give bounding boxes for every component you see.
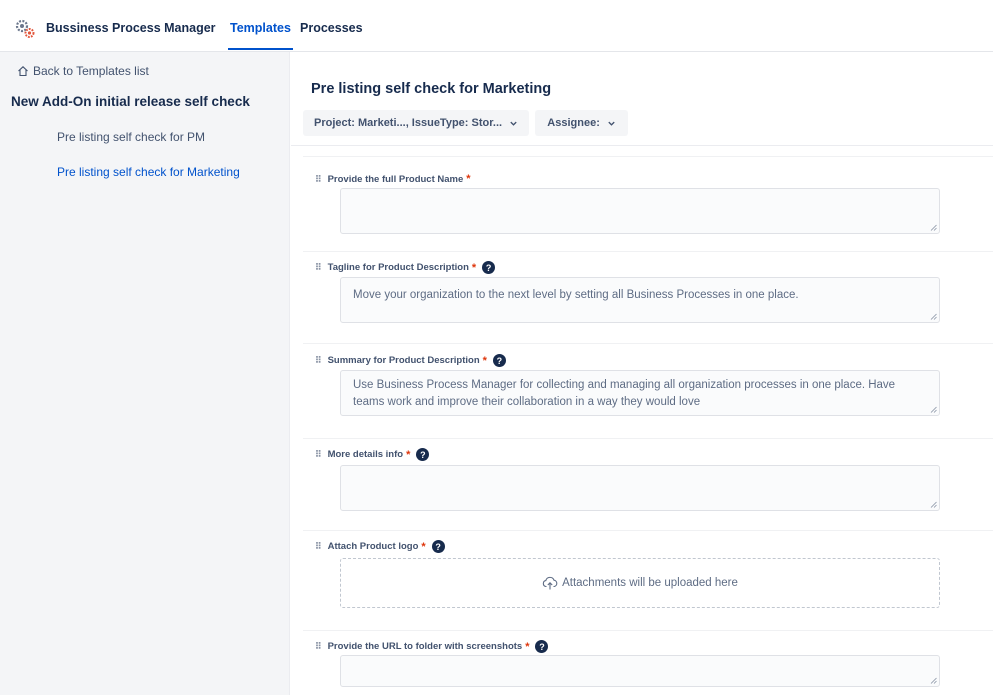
sidebar-item-pm[interactable]: Pre listing self check for PM <box>57 130 205 144</box>
template-title: New Add-On initial release self check <box>11 94 250 109</box>
field-label: ⠿ Attach Product logo * ? <box>315 540 445 553</box>
chevron-down-icon <box>608 121 615 126</box>
drag-handle-icon[interactable]: ⠿ <box>315 449 322 460</box>
product-name-input[interactable] <box>340 188 940 234</box>
sidebar-item-marketing[interactable]: Pre listing self check for Marketing <box>57 165 240 179</box>
resize-handle-icon[interactable] <box>930 224 937 231</box>
summary-input[interactable]: Use Business Process Manager for collect… <box>340 370 940 416</box>
field-label: ⠿ More details info * ? <box>315 448 430 461</box>
required-marker: * <box>421 540 426 553</box>
required-marker: * <box>471 261 477 274</box>
field-label: ⠿ Tagline for Product Description * ? <box>315 261 496 274</box>
screenshots-url-input[interactable] <box>340 655 940 687</box>
more-details-input[interactable] <box>340 465 940 511</box>
assignee-filter-button[interactable]: Assignee: <box>535 110 629 136</box>
drag-handle-icon[interactable]: ⠿ <box>315 355 322 366</box>
resize-handle-icon[interactable] <box>930 313 937 320</box>
resize-handle-icon[interactable] <box>930 501 937 508</box>
divider <box>291 145 993 146</box>
field-more-details: ⠿ More details info * ? <box>303 438 993 518</box>
required-marker: * <box>466 173 471 185</box>
help-icon[interactable]: ? <box>492 354 506 367</box>
drag-handle-icon[interactable]: ⠿ <box>315 541 322 552</box>
drag-handle-icon[interactable]: ⠿ <box>315 262 322 273</box>
drag-handle-icon[interactable]: ⠿ <box>315 641 322 652</box>
help-icon[interactable]: ? <box>535 640 549 653</box>
field-product-name: ⠿ Provide the full Product Name * <box>303 156 993 244</box>
filter-bar: Project: Marketi..., IssueType: Stor... … <box>303 110 629 136</box>
field-tagline: ⠿ Tagline for Product Description * ? Mo… <box>303 251 993 331</box>
back-link-label: Back to Templates list <box>33 64 149 78</box>
back-to-templates-link[interactable]: Back to Templates list <box>17 64 149 78</box>
tagline-input[interactable]: Move your organization to the next level… <box>340 277 940 323</box>
page-title: Pre listing self check for Marketing <box>311 81 552 97</box>
help-icon[interactable]: ? <box>482 261 496 274</box>
field-label: ⠿ Provide the full Product Name * <box>315 173 471 185</box>
app-name: Bussiness Process Manager <box>46 21 216 35</box>
drag-handle-icon[interactable]: ⠿ <box>315 174 322 185</box>
main-content: Pre listing self check for Marketing Pro… <box>291 52 993 695</box>
top-bar: Bussiness Process Manager Templates Proc… <box>0 0 993 52</box>
chevron-down-icon <box>510 121 517 126</box>
field-product-logo: ⠿ Attach Product logo * ? Attachments wi… <box>303 530 993 630</box>
tab-processes[interactable]: Processes <box>300 21 363 35</box>
field-label: ⠿ Summary for Product Description * ? <box>315 354 506 367</box>
field-label: ⠿ Provide the URL to folder with screens… <box>315 640 549 653</box>
home-icon <box>18 66 28 77</box>
sidebar: Back to Templates list New Add-On initia… <box>0 52 290 695</box>
field-summary: ⠿ Summary for Product Description * ? Us… <box>303 343 993 439</box>
assignee-filter-label: Assignee: <box>547 117 600 129</box>
project-filter-button[interactable]: Project: Marketi..., IssueType: Stor... <box>303 110 530 136</box>
field-screenshots-url: ⠿ Provide the URL to folder with screens… <box>303 630 993 695</box>
resize-handle-icon[interactable] <box>930 677 937 684</box>
help-icon[interactable]: ? <box>431 540 445 553</box>
attachment-dropzone[interactable]: Attachments will be uploaded here <box>340 558 940 608</box>
required-marker: * <box>525 640 530 653</box>
cloud-upload-icon <box>542 576 558 590</box>
required-marker: * <box>406 448 411 461</box>
project-filter-label: Project: Marketi..., IssueType: Stor... <box>314 117 503 129</box>
required-marker: * <box>482 354 487 367</box>
attachment-text: Attachments will be uploaded here <box>562 577 738 589</box>
help-icon[interactable]: ? <box>416 448 430 461</box>
tab-templates[interactable]: Templates <box>228 21 293 50</box>
resize-handle-icon[interactable] <box>930 406 937 413</box>
gears-logo-icon <box>15 19 35 38</box>
